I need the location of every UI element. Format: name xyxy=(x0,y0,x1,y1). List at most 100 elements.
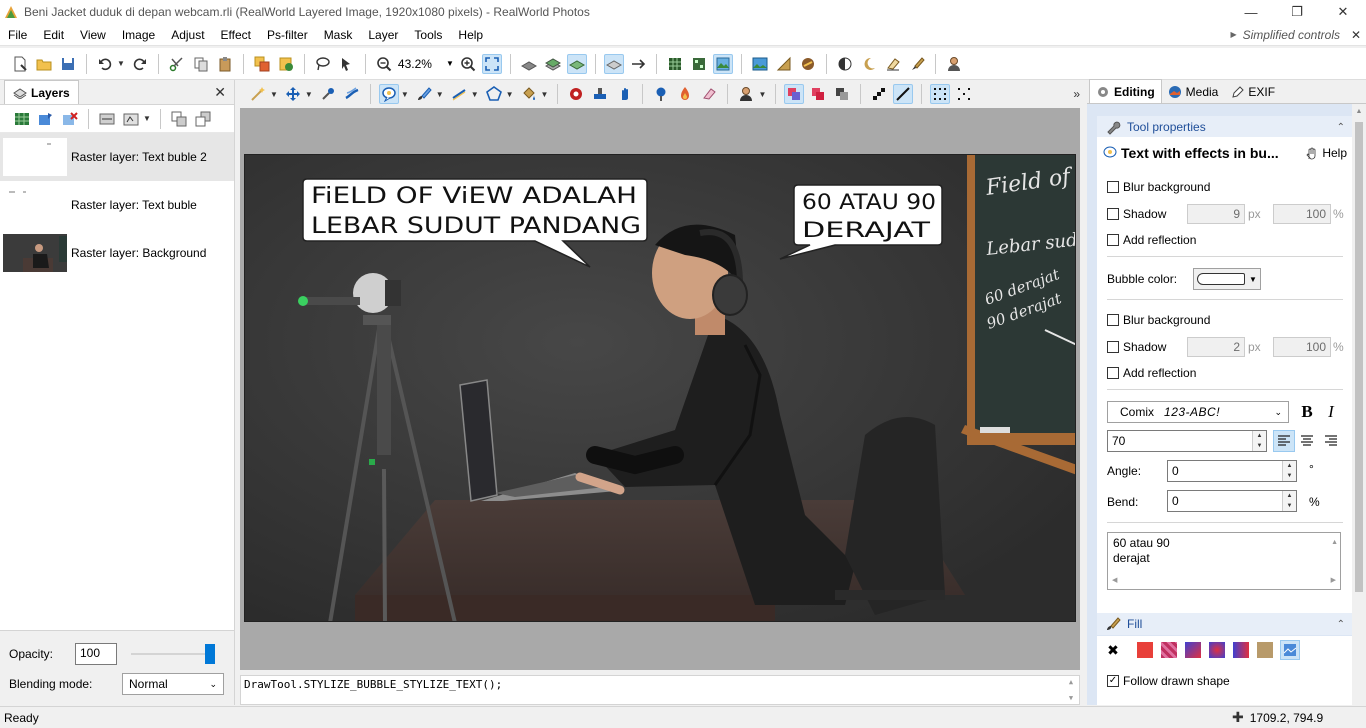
shadow-opacity-input-2[interactable]: 100 xyxy=(1273,337,1331,357)
person-icon[interactable] xyxy=(944,54,964,74)
contrast-icon[interactable] xyxy=(835,54,855,74)
layer-flat-icon[interactable] xyxy=(519,54,539,74)
bend-input[interactable]: 0 xyxy=(1167,490,1297,512)
paste-new-icon[interactable] xyxy=(276,54,296,74)
angle-input[interactable]: 0 xyxy=(1167,460,1297,482)
save-icon[interactable] xyxy=(58,54,78,74)
grid-icon[interactable] xyxy=(665,54,685,74)
text-bubble-tool-icon[interactable] xyxy=(378,84,399,104)
image-icon[interactable] xyxy=(750,54,770,74)
spin-down-icon[interactable]: ▼ xyxy=(1283,501,1296,511)
redo-icon[interactable] xyxy=(130,54,150,74)
layer-style-dropdown-icon[interactable]: ▼ xyxy=(143,114,151,123)
fill-header[interactable]: Fill ⌃ xyxy=(1097,613,1353,635)
menu-layer[interactable]: Layer xyxy=(360,24,406,46)
blur-background-checkbox-1[interactable]: Blur background xyxy=(1107,180,1210,194)
checkbox-box[interactable] xyxy=(1107,341,1119,353)
spin-up-icon[interactable]: ▲ xyxy=(1253,431,1266,441)
new-layer-icon[interactable] xyxy=(12,109,32,129)
checkbox-box[interactable]: ✓ xyxy=(1107,675,1119,687)
scroll-right-icon[interactable]: ▶ xyxy=(1331,573,1336,588)
menu-file[interactable]: File xyxy=(0,24,35,46)
shadow-checkbox-2[interactable]: Shadow xyxy=(1107,340,1166,354)
stamp-icon[interactable] xyxy=(590,84,610,104)
tab-editing[interactable]: Editing xyxy=(1089,79,1162,103)
bubble-color-picker[interactable]: ▼ xyxy=(1193,268,1261,290)
menu-effect[interactable]: Effect xyxy=(213,24,259,46)
close-layers-panel-button[interactable]: ✕ xyxy=(214,84,226,101)
tab-media[interactable]: Media xyxy=(1162,81,1225,103)
delete-layer-icon[interactable] xyxy=(60,109,80,129)
linear-gradient-swatch[interactable] xyxy=(1185,642,1201,658)
new-document-icon[interactable] xyxy=(10,54,30,74)
menu-adjust[interactable]: Adjust xyxy=(163,24,212,46)
image-view-icon[interactable] xyxy=(712,53,733,74)
solid-fill-swatch[interactable] xyxy=(1137,642,1153,658)
checkbox-box[interactable] xyxy=(1107,208,1119,220)
opacity-slider-thumb[interactable] xyxy=(205,644,215,664)
warp-tool-icon[interactable] xyxy=(342,84,362,104)
chevron-down-icon[interactable]: ▼ xyxy=(401,90,409,99)
layer-up-icon[interactable] xyxy=(169,109,189,129)
shadow-checkbox-1[interactable]: Shadow xyxy=(1107,207,1166,221)
portrait-tool-icon[interactable] xyxy=(736,84,756,104)
more-tools-icon[interactable]: » xyxy=(1073,87,1084,101)
close-document-button[interactable]: ✕ xyxy=(1346,28,1366,42)
menu-image[interactable]: Image xyxy=(114,24,163,46)
collapse-icon[interactable]: ⌃ xyxy=(1337,122,1345,133)
checkbox-box[interactable] xyxy=(1107,181,1119,193)
textarea-hscrollbar[interactable]: ◀ ▶ xyxy=(1112,573,1336,588)
no-fill-icon[interactable]: ✖ xyxy=(1105,642,1121,658)
scrollbar-thumb[interactable] xyxy=(1355,122,1363,592)
undo-icon[interactable] xyxy=(95,54,115,74)
spin-up-icon[interactable]: ▲ xyxy=(1283,461,1296,471)
document-image[interactable]: Field of View Lebar sudut pan 60 derajat… xyxy=(244,154,1076,622)
tool-properties-header[interactable]: Tool properties ⌃ xyxy=(1097,116,1353,138)
texture-fill-swatch[interactable] xyxy=(1257,642,1273,658)
lasso-icon[interactable] xyxy=(313,54,333,74)
scroll-up-icon[interactable]: ▲ xyxy=(1352,104,1366,120)
chevron-down-icon[interactable]: ▼ xyxy=(541,90,549,99)
help-button[interactable]: Help xyxy=(1304,146,1347,160)
chevron-down-icon[interactable]: ▼ xyxy=(506,90,514,99)
textarea-scroll-up-icon[interactable]: ▲ xyxy=(1331,535,1338,550)
red-eye-icon[interactable] xyxy=(566,84,586,104)
layer-style-icon[interactable] xyxy=(121,109,141,129)
conical-gradient-swatch[interactable] xyxy=(1233,642,1249,658)
chevron-down-icon[interactable]: ▼ xyxy=(436,90,444,99)
undo-dropdown-icon[interactable]: ▼ xyxy=(117,59,125,68)
spin-up-icon[interactable]: ▲ xyxy=(1283,491,1296,501)
shadow-size-input-1[interactable]: 9 xyxy=(1187,204,1245,224)
minimize-button[interactable]: — xyxy=(1228,0,1274,24)
chevron-down-icon[interactable]: ▼ xyxy=(758,90,766,99)
scroll-left-icon[interactable]: ◀ xyxy=(1112,573,1117,588)
fill-bucket-icon[interactable] xyxy=(519,84,539,104)
layer-item[interactable]: Raster layer: Background xyxy=(0,229,234,277)
console-scrollbar[interactable]: ▲ ▼ xyxy=(1063,676,1079,704)
shadow-size-input-2[interactable]: 2 xyxy=(1187,337,1245,357)
collapse-icon[interactable]: ⌃ xyxy=(1337,619,1345,630)
clone-tool-icon[interactable] xyxy=(318,84,338,104)
layer-stack-icon[interactable] xyxy=(543,54,563,74)
menu-help[interactable]: Help xyxy=(450,24,491,46)
canvas-area[interactable]: Field of View Lebar sudut pan 60 derajat… xyxy=(240,108,1080,670)
layer-view-icon[interactable] xyxy=(566,53,587,74)
checkbox-box[interactable] xyxy=(1107,367,1119,379)
merge-layer-icon[interactable] xyxy=(97,109,117,129)
smudge-icon[interactable] xyxy=(614,84,634,104)
bend-spinner[interactable]: ▲ ▼ xyxy=(1282,491,1296,511)
copy-icon[interactable] xyxy=(191,54,211,74)
chevron-down-icon[interactable]: ▼ xyxy=(471,90,479,99)
subtract-mode-icon[interactable] xyxy=(832,84,852,104)
duplicate-icon[interactable] xyxy=(252,54,272,74)
dodge-icon[interactable] xyxy=(651,84,671,104)
checkbox-box[interactable] xyxy=(1107,234,1119,246)
blur-background-checkbox-2[interactable]: Blur background xyxy=(1107,313,1210,327)
menu-edit[interactable]: Edit xyxy=(35,24,72,46)
erase-tool-icon[interactable] xyxy=(699,84,719,104)
moon-icon[interactable] xyxy=(859,54,879,74)
replace-mode-icon[interactable] xyxy=(784,84,805,104)
menu-ps-filter[interactable]: Ps-filter xyxy=(259,24,316,46)
spin-down-icon[interactable]: ▼ xyxy=(1283,471,1296,481)
radial-gradient-swatch[interactable] xyxy=(1209,642,1225,658)
